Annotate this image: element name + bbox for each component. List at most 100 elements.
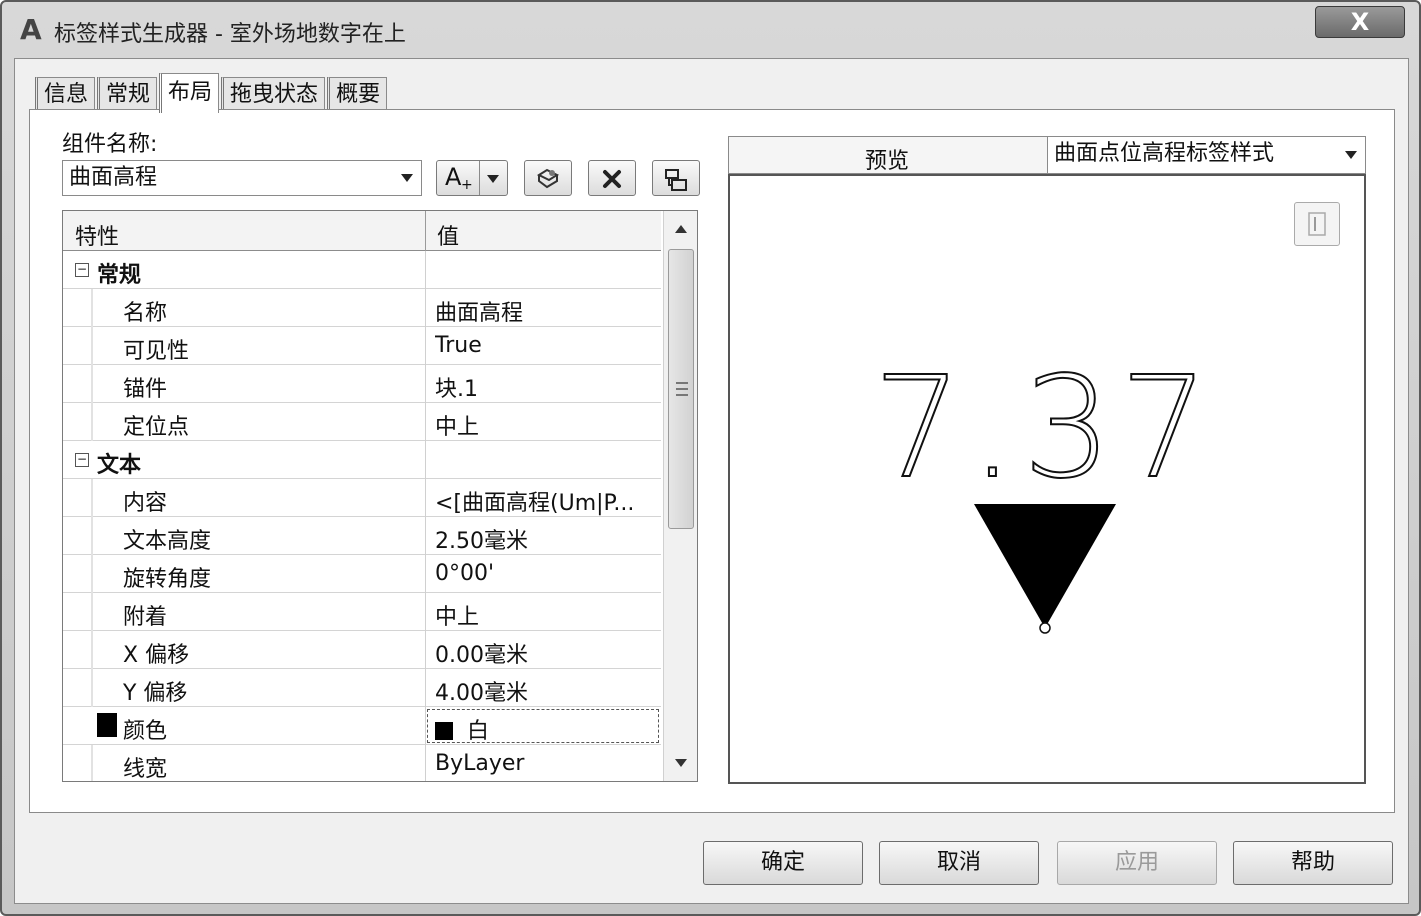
color-value-text: 白 (467, 719, 490, 744)
elevation-marker-triangle (974, 504, 1116, 628)
collapse-toggle-icon[interactable]: − (75, 263, 89, 277)
property-value[interactable]: 2.50毫米 (435, 523, 657, 555)
property-row[interactable]: 附着 中上 (63, 593, 661, 631)
column-divider[interactable] (425, 211, 426, 251)
window-title: 标签样式生成器 - 室外场地数字在上 (54, 22, 406, 47)
vertical-scrollbar[interactable] (663, 211, 697, 781)
property-row[interactable]: 线宽 ByLayer (63, 745, 661, 781)
row-divider (425, 251, 426, 289)
add-text-component-icon: A (445, 163, 462, 191)
row-indent (91, 289, 93, 327)
property-row-color[interactable]: 颜色 白 (63, 707, 661, 745)
property-label: 名称 (123, 301, 168, 326)
row-divider (425, 669, 426, 707)
row-indent (91, 365, 93, 403)
row-divider (425, 479, 426, 517)
property-row[interactable]: 名称 曲面高程 (63, 289, 661, 327)
property-value[interactable]: 4.00毫米 (435, 675, 657, 707)
close-button[interactable]: X (1315, 6, 1405, 38)
collapse-toggle-icon[interactable]: − (75, 453, 89, 467)
property-value[interactable]: True (435, 333, 657, 358)
property-row[interactable]: X 偏移 0.00毫米 (63, 631, 661, 669)
row-indent (91, 327, 93, 365)
property-value[interactable]: 曲面高程 (435, 295, 657, 327)
property-label: 旋转角度 (123, 567, 212, 592)
row-divider (425, 441, 426, 479)
grid-header: 特性 值 (63, 211, 661, 251)
preview-header: 预览 曲面点位高程标签样式 (728, 136, 1366, 174)
scroll-up-icon[interactable] (675, 225, 687, 233)
property-grid: 特性 值 − 常规 名称 曲面高程 可见性 True 锚件 块.1 定位点 中上… (62, 210, 698, 782)
color-swatch-icon (97, 713, 117, 737)
tab-drag-state[interactable]: 拖曳状态 (221, 77, 326, 113)
property-value[interactable]: 中上 (435, 409, 657, 441)
property-value[interactable]: 0°00' (435, 561, 657, 586)
property-row[interactable]: 锚件 块.1 (63, 365, 661, 403)
row-divider (425, 593, 426, 631)
component-name-value: 曲面高程 (69, 165, 158, 190)
delete-component-button[interactable] (588, 160, 636, 196)
property-row[interactable]: 可见性 True (63, 327, 661, 365)
property-value[interactable]: 0.00毫米 (435, 637, 657, 669)
preview-style-value: 曲面点位高程标签样式 (1054, 141, 1275, 166)
property-label: 文本高度 (123, 529, 212, 554)
color-value[interactable]: 白 (435, 713, 657, 745)
ok-button[interactable]: 确定 (703, 841, 863, 885)
component-order-button[interactable] (652, 160, 700, 196)
property-label: 内容 (123, 491, 168, 516)
row-divider (425, 517, 426, 555)
property-row[interactable]: 旋转角度 0°00' (63, 555, 661, 593)
chevron-down-icon (1345, 151, 1357, 159)
grid-rows: − 常规 名称 曲面高程 可见性 True 锚件 块.1 定位点 中上 − 文本… (63, 251, 661, 781)
tab-strip: 信息 常规 布局 拖曳状态 概要 (35, 73, 389, 113)
tab-general[interactable]: 常规 (97, 77, 158, 113)
row-indent (91, 593, 93, 631)
dialog-window: A 标签样式生成器 - 室外场地数字在上 X 信息 常规 布局 拖曳状态 概要 … (0, 0, 1421, 916)
grip-icon (676, 382, 688, 396)
row-indent (91, 403, 93, 441)
copy-component-icon (536, 168, 560, 189)
tab-info[interactable]: 信息 (35, 77, 96, 113)
scroll-thumb[interactable] (668, 249, 694, 529)
row-divider (425, 289, 426, 327)
copy-component-button[interactable] (524, 160, 572, 196)
category-row-text[interactable]: − 文本 (63, 441, 661, 479)
row-divider (425, 327, 426, 365)
column-header-property[interactable]: 特性 (75, 219, 119, 251)
property-value[interactable]: 中上 (435, 599, 657, 631)
scroll-down-icon[interactable] (675, 759, 687, 767)
help-button[interactable]: 帮助 (1233, 841, 1393, 885)
category-label: 文本 (97, 453, 142, 478)
tab-layout[interactable]: 布局 (159, 73, 220, 113)
tab-summary[interactable]: 概要 (327, 77, 388, 113)
apply-button[interactable]: 应用 (1057, 841, 1217, 885)
property-value[interactable]: <[曲面高程(Um|P... (435, 485, 657, 517)
column-header-value[interactable]: 值 (437, 219, 459, 251)
preview-label: 预览 (864, 149, 909, 174)
cancel-button[interactable]: 取消 (879, 841, 1039, 885)
title-bar: A 标签样式生成器 - 室外场地数字在上 X (2, 2, 1419, 58)
property-value[interactable]: 块.1 (435, 371, 657, 403)
preview-style-select[interactable]: 曲面点位高程标签样式 (1047, 137, 1365, 173)
preview-canvas[interactable]: 7.37 (728, 174, 1366, 784)
property-row[interactable]: 文本高度 2.50毫米 (63, 517, 661, 555)
row-divider (425, 555, 426, 593)
property-label: 定位点 (123, 415, 190, 440)
row-indent (91, 555, 93, 593)
category-row-general[interactable]: − 常规 (63, 251, 661, 289)
elevation-sample-text: 7.37 (873, 347, 1217, 510)
property-row[interactable]: 定位点 中上 (63, 403, 661, 441)
app-icon: A (20, 13, 42, 46)
row-divider (425, 745, 426, 781)
chevron-down-icon (401, 174, 413, 182)
row-indent (91, 517, 93, 555)
add-component-dropdown[interactable] (479, 161, 480, 195)
property-label: 颜色 (123, 719, 168, 744)
add-component-button[interactable]: A + (436, 160, 508, 196)
property-row[interactable]: 内容 <[曲面高程(Um|P... (63, 479, 661, 517)
property-value[interactable]: ByLayer (435, 751, 657, 776)
property-row[interactable]: Y 偏移 4.00毫米 (63, 669, 661, 707)
property-label: Y 偏移 (123, 681, 188, 706)
property-label: 可见性 (123, 339, 190, 364)
component-name-select[interactable]: 曲面高程 (62, 160, 422, 196)
